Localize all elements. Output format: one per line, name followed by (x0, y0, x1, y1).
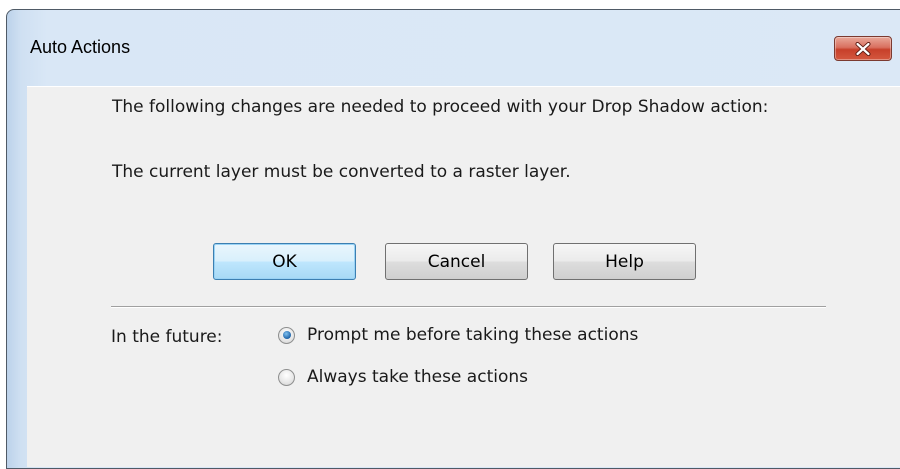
radio-option-prompt[interactable]: Prompt me before taking these actions (278, 325, 638, 345)
separator (111, 306, 826, 308)
ok-button[interactable]: OK (213, 243, 356, 280)
radio-label-always[interactable]: Always take these actions (307, 367, 528, 387)
radio-label-prompt[interactable]: Prompt me before taking these actions (307, 325, 638, 345)
auto-actions-dialog: Auto Actions The following changes are n… (6, 9, 900, 469)
future-label: In the future: (111, 327, 223, 347)
cancel-button[interactable]: Cancel (385, 243, 528, 280)
close-button[interactable] (834, 36, 892, 61)
radio-button-selected[interactable] (278, 326, 295, 344)
close-icon (855, 41, 871, 56)
radio-option-always[interactable]: Always take these actions (278, 367, 528, 387)
radio-button-unselected[interactable] (278, 368, 295, 386)
detail-text: The current layer must be converted to a… (112, 162, 571, 182)
help-button[interactable]: Help (553, 243, 696, 280)
dialog-body: The following changes are needed to proc… (27, 86, 900, 467)
radio-dot-icon (282, 331, 291, 339)
title-bar[interactable]: Auto Actions (7, 10, 900, 86)
message-text: The following changes are needed to proc… (112, 97, 769, 117)
window-title: Auto Actions (30, 37, 131, 57)
